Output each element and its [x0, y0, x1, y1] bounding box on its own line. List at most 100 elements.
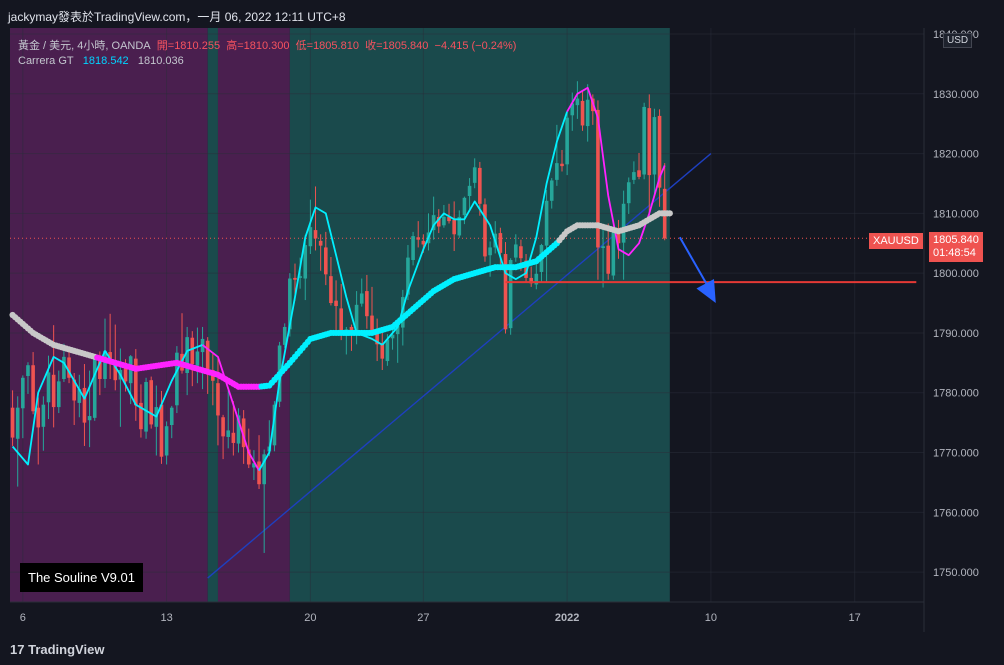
candle-body [652, 117, 657, 175]
x-tick-label: 6 [20, 612, 26, 624]
candle-body [308, 227, 313, 247]
x-tick-label: 2022 [555, 612, 579, 624]
candle-body [421, 240, 426, 245]
candle-body [293, 277, 297, 280]
indicator-value-2: 1810.036 [137, 55, 184, 67]
legend-symbol: 黃金 / 美元, 4小時, OANDA [18, 40, 151, 52]
y-tick-label: 1810.000 [933, 208, 979, 220]
candle-body [442, 216, 446, 226]
y-tick-label: 1750.000 [933, 567, 979, 579]
candle-body [226, 430, 231, 437]
candle-body [323, 247, 328, 275]
candle [149, 376, 154, 429]
candle-body [51, 374, 56, 408]
candle-body [632, 172, 636, 180]
candle-body [611, 232, 616, 276]
zone-bullish-1 [207, 28, 218, 602]
candle-body [169, 407, 174, 426]
y-tick-label: 1800.000 [933, 268, 979, 280]
candle-body [452, 219, 456, 235]
zone-bearish-2 [217, 28, 290, 602]
candle-body [472, 167, 477, 183]
x-tick-label: 20 [304, 612, 316, 624]
candle [175, 346, 179, 414]
candle-body [31, 365, 35, 412]
candle-body [642, 106, 646, 175]
candle-body [601, 246, 605, 249]
candle [503, 242, 508, 334]
candle-body [123, 368, 128, 382]
candle-body [637, 170, 641, 177]
x-tick-label: 27 [417, 612, 429, 624]
candle-body [149, 380, 154, 425]
symbol-price-tag: XAUUSD [869, 233, 923, 249]
x-tick-label: 10 [705, 612, 717, 624]
candle-body [82, 387, 87, 423]
candle-body [21, 377, 25, 409]
candle-body [478, 167, 482, 204]
candle-body [87, 416, 92, 421]
candle-body [164, 426, 169, 456]
candle-body [36, 407, 41, 428]
indicator-value-1: 1818.542 [82, 55, 129, 67]
price-chart[interactable]: 1750.000 1760.000 1770.000 1780.000 1790.000… [0, 0, 1004, 632]
candle-body [488, 247, 492, 256]
candle-body [26, 365, 30, 376]
candle-body [190, 337, 195, 365]
candle-body [544, 200, 549, 246]
y-tick-label: 1780.000 [933, 388, 979, 400]
bar-countdown: 01:48:54 [933, 247, 976, 259]
y-tick-label: 1830.000 [933, 89, 979, 101]
candle-body [92, 356, 97, 418]
brand-name: TradingView [28, 642, 105, 657]
tradingview-logo[interactable]: 17 TradingView [10, 642, 104, 657]
candle-body [626, 182, 631, 204]
candle-body [46, 372, 51, 403]
candle-body [647, 108, 652, 176]
legend-low: 低=1805.810 [295, 40, 359, 52]
candle-body [15, 407, 20, 439]
candle-body [318, 240, 323, 246]
candle-body [606, 245, 611, 274]
legend-close: 收=1805.840 [365, 40, 429, 52]
candle-body [575, 98, 580, 106]
candle-body [365, 291, 369, 317]
candle-body [221, 417, 225, 437]
candle-body [205, 340, 210, 373]
currency-badge[interactable]: USD [943, 33, 973, 48]
y-tick-label: 1790.000 [933, 328, 979, 340]
candle-body [216, 383, 220, 416]
candle-body [467, 185, 472, 197]
footer: 17 TradingView [0, 632, 1004, 665]
candle-body [483, 204, 487, 257]
candle-body [313, 230, 318, 239]
candle-body [416, 237, 421, 240]
candle-body [513, 244, 518, 258]
indicator-watermark: The Souline V9.01 [20, 563, 143, 592]
candle-body [159, 404, 164, 457]
candle-body [498, 233, 503, 253]
candle-body [585, 99, 590, 127]
candle-body [411, 236, 415, 260]
last-price-box: 1805.840 01:48:54 [929, 232, 983, 262]
zone-bearish-0 [10, 28, 208, 602]
candle-body [257, 461, 261, 485]
candle-body [231, 432, 236, 443]
candle-body [462, 197, 467, 216]
candle-body [62, 356, 66, 379]
candle-body [195, 351, 200, 366]
candle-body [334, 300, 338, 307]
y-tick-label: 1770.000 [933, 448, 979, 460]
slow-line-dot [666, 210, 673, 217]
candle [642, 102, 646, 180]
candle [144, 377, 148, 439]
candle-body [549, 180, 554, 201]
candle-body [621, 203, 626, 243]
legend-high: 高=1810.300 [226, 40, 290, 52]
x-tick-label: 17 [849, 612, 861, 624]
candle-body [144, 381, 148, 432]
legend-indicator[interactable]: Carrera GT 1818.542 1810.036 [18, 55, 184, 67]
candle-body [385, 339, 390, 362]
last-price-value: 1805.840 [933, 234, 979, 246]
legend-open: 開=1810.255 [156, 40, 221, 52]
